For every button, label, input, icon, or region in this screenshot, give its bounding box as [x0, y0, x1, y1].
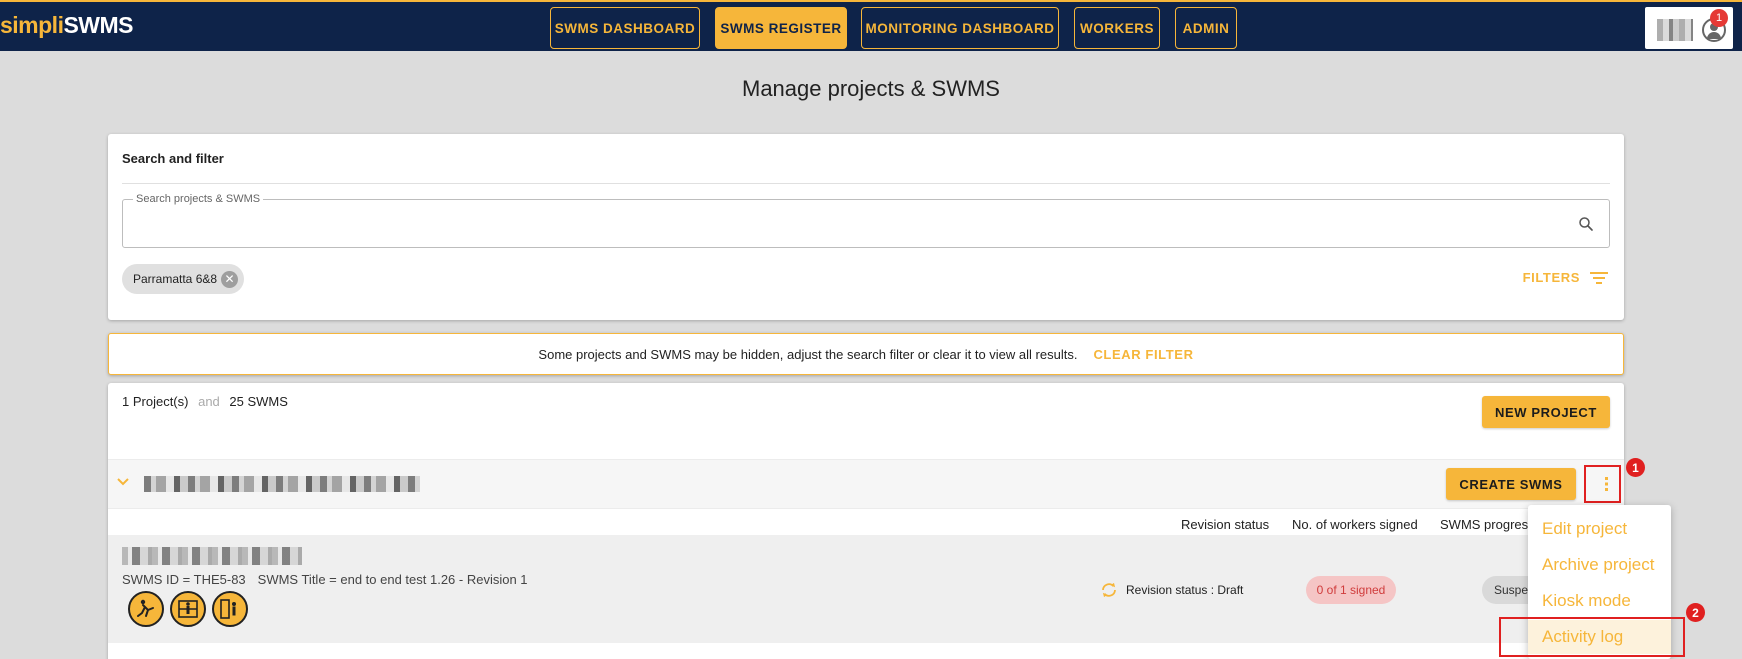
- notification-badge: 1: [1710, 9, 1728, 27]
- search-filter-title: Search and filter: [122, 151, 224, 166]
- filters-button[interactable]: FILTERS: [1523, 270, 1608, 285]
- search-input[interactable]: Search projects & SWMS: [122, 193, 1610, 248]
- revision-status: Revision status : Draft: [1100, 581, 1243, 599]
- projects-count: 1 Project(s): [122, 394, 189, 409]
- project-row[interactable]: [108, 459, 1624, 509]
- menu-kiosk-mode[interactable]: Kiosk mode: [1542, 591, 1631, 611]
- nav-swms-register[interactable]: SWMS REGISTER: [715, 7, 847, 49]
- filter-chip: Parramatta 6&8 ✕: [122, 264, 244, 294]
- swms-name-redacted: [122, 547, 302, 565]
- nav-swms-dashboard[interactable]: SWMS DASHBOARD: [550, 7, 700, 49]
- filter-icon: [1590, 271, 1608, 284]
- confined-space-icon: [212, 591, 248, 627]
- sync-icon: [1102, 583, 1116, 597]
- nav-admin[interactable]: ADMIN: [1175, 7, 1237, 49]
- swms-meta: SWMS ID = THE5-83 SWMS Title = end to end…: [122, 572, 528, 587]
- swms-title: SWMS Title = end to end test 1.26 - Revi…: [257, 572, 528, 587]
- chevron-down-icon[interactable]: [116, 475, 130, 489]
- clear-filter-button[interactable]: CLEAR FILTER: [1093, 347, 1193, 362]
- step-badge-2: 2: [1686, 603, 1705, 622]
- nav-monitoring-dashboard[interactable]: MONITORING DASHBOARD: [861, 7, 1059, 49]
- and-text: and: [198, 394, 220, 409]
- revision-status-text: Revision status : Draft: [1126, 583, 1244, 597]
- menu-edit-project[interactable]: Edit project: [1542, 519, 1627, 539]
- step-badge-1: 1: [1626, 458, 1645, 477]
- search-input-label: Search projects & SWMS: [133, 193, 264, 205]
- new-project-button[interactable]: NEW PROJECT: [1482, 396, 1610, 428]
- highlight-box-1: [1584, 465, 1621, 503]
- banner-text: Some projects and SWMS may be hidden, ad…: [538, 346, 1078, 362]
- results-counts: 1 Project(s) and 25 SWMS: [122, 394, 288, 409]
- filter-chip-label: Parramatta 6&8: [133, 272, 218, 286]
- search-icon[interactable]: [1577, 215, 1595, 233]
- hidden-results-banner: Some projects and SWMS may be hidden, ad…: [108, 333, 1624, 375]
- divider: [122, 183, 1610, 184]
- nav-workers[interactable]: WORKERS: [1074, 7, 1160, 49]
- col-revision-status: Revision status: [1181, 517, 1270, 532]
- page-title: Manage projects & SWMS: [742, 76, 1000, 101]
- remove-chip-icon[interactable]: ✕: [221, 271, 238, 288]
- create-swms-button[interactable]: CREATE SWMS: [1446, 468, 1576, 500]
- logo-text-simpli: simpli: [0, 12, 64, 38]
- logo-text-swms: SWMS: [63, 12, 134, 38]
- col-swms-progress: SWMS progres: [1440, 517, 1529, 532]
- swms-id: SWMS ID = THE5-83: [122, 572, 246, 587]
- project-name-redacted: [144, 476, 420, 492]
- app-logo[interactable]: simpliSWMS: [0, 12, 134, 39]
- signed-count-badge: 0 of 1 signed: [1306, 576, 1396, 604]
- fall-hazard-icon: [128, 591, 164, 627]
- scaffold-worker-icon: [170, 591, 206, 627]
- col-workers-signed: No. of workers signed: [1292, 517, 1418, 532]
- results-card: 1 Project(s) and 25 SWMS NEW PROJECT CRE…: [108, 383, 1624, 659]
- swms-row[interactable]: SWMS ID = THE5-83 SWMS Title = end to end…: [108, 535, 1624, 643]
- top-nav-bar: simpliSWMS SWMS DASHBOARD SWMS REGISTER …: [0, 0, 1742, 51]
- swms-count: 25 SWMS: [229, 394, 288, 409]
- filters-label: FILTERS: [1522, 270, 1580, 285]
- search-filter-card: Search and filter Search projects & SWMS…: [108, 134, 1624, 320]
- highlight-box-2: [1499, 617, 1685, 657]
- menu-archive-project[interactable]: Archive project: [1542, 555, 1654, 575]
- user-name-redacted: [1657, 19, 1693, 41]
